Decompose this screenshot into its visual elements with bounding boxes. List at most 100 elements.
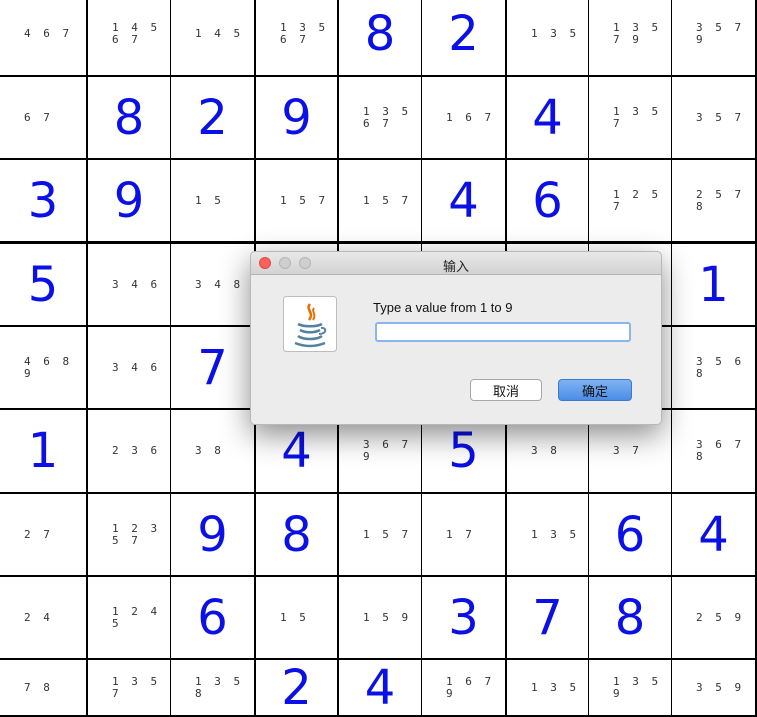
candidate-notes: 3 4 8 xyxy=(195,277,244,291)
cancel-button[interactable]: 取消 xyxy=(470,379,542,401)
given-digit: 5 xyxy=(448,423,479,479)
sudoku-cell[interactable]: 1 3 5 xyxy=(507,0,588,75)
sudoku-cell[interactable]: 3 5 7 9 xyxy=(672,0,755,75)
candidate-notes: 1 3 5 xyxy=(531,26,580,40)
sudoku-cell[interactable]: 1 3 5 8 xyxy=(171,660,254,715)
given-digit: 4 xyxy=(281,423,312,479)
candidate-notes: 2 4 xyxy=(24,610,53,624)
sudoku-cell[interactable]: 1 5 7 xyxy=(339,494,421,575)
sudoku-cell[interactable]: 3 xyxy=(0,160,86,241)
given-digit: 3 xyxy=(27,172,59,229)
sudoku-cell[interactable]: 2 5 7 8 xyxy=(672,160,755,241)
sudoku-cell[interactable]: 8 xyxy=(589,577,671,658)
sudoku-cell[interactable]: 1 2 3 5 7 xyxy=(88,494,170,575)
sudoku-cell[interactable]: 1 5 xyxy=(171,160,254,241)
given-digit: 7 xyxy=(532,589,563,646)
sudoku-cell[interactable]: 1 3 5 6 7 xyxy=(339,77,421,158)
candidate-notes: 1 5 xyxy=(280,610,309,624)
candidate-notes: 1 2 5 7 xyxy=(613,187,662,213)
sudoku-cell[interactable]: 1 3 5 xyxy=(507,660,588,715)
sudoku-cell[interactable]: 1 3 5 xyxy=(507,494,588,575)
given-digit: 4 xyxy=(698,506,729,563)
sudoku-cell[interactable]: 1 3 5 9 xyxy=(589,660,671,715)
candidate-notes: 1 5 7 xyxy=(363,527,412,541)
sudoku-cell[interactable]: 4 xyxy=(422,160,505,241)
sudoku-cell[interactable]: 5 xyxy=(0,244,86,325)
sudoku-cell[interactable]: 1 3 5 6 7 xyxy=(256,0,337,75)
sudoku-cell[interactable]: 1 6 7 xyxy=(422,77,505,158)
sudoku-cell[interactable]: 8 xyxy=(339,0,421,75)
candidate-notes: 1 5 9 xyxy=(363,610,412,624)
sudoku-cell[interactable]: 7 xyxy=(507,577,588,658)
sudoku-cell[interactable]: 1 xyxy=(672,244,755,325)
sudoku-cell[interactable]: 4 xyxy=(507,77,588,158)
sudoku-cell[interactable]: 1 5 9 xyxy=(339,577,421,658)
sudoku-cell[interactable]: 3 4 8 xyxy=(171,244,254,325)
sudoku-cell[interactable]: 6 xyxy=(171,577,254,658)
given-digit: 9 xyxy=(281,89,312,146)
sudoku-cell[interactable]: 7 8 xyxy=(0,660,86,715)
candidate-notes: 2 5 7 8 xyxy=(696,187,745,213)
candidate-notes: 1 7 xyxy=(446,527,475,541)
candidate-notes: 3 6 7 8 xyxy=(696,438,745,463)
sudoku-cell[interactable]: 1 4 5 xyxy=(171,0,254,75)
sudoku-cell[interactable]: 2 4 xyxy=(0,577,86,658)
sudoku-cell[interactable]: 1 5 7 xyxy=(339,160,421,241)
candidate-notes: 2 3 6 xyxy=(112,444,161,457)
candidate-notes: 4 6 8 9 xyxy=(24,354,73,380)
java-icon xyxy=(283,296,337,352)
candidate-notes: 1 5 xyxy=(195,193,224,207)
sudoku-cell[interactable]: 4 xyxy=(672,494,755,575)
sudoku-cell[interactable]: 3 xyxy=(422,577,505,658)
sudoku-cell[interactable]: 4 xyxy=(339,660,421,715)
sudoku-cell[interactable]: 1 2 4 5 xyxy=(88,577,170,658)
candidate-notes: 1 3 5 9 xyxy=(613,674,662,700)
input-dialog: 输入 Type a value from 1 to 9 取消 确定 xyxy=(250,251,662,425)
candidate-notes: 1 6 7 xyxy=(446,110,495,124)
sudoku-cell[interactable]: 1 3 5 7 xyxy=(589,77,671,158)
candidate-notes: 1 3 5 7 xyxy=(613,104,662,130)
sudoku-cell[interactable]: 4 6 8 9 xyxy=(0,327,86,408)
sudoku-cell[interactable]: 3 6 7 8 xyxy=(672,410,755,492)
sudoku-cell[interactable]: 9 xyxy=(256,77,337,158)
ok-button[interactable]: 确定 xyxy=(558,379,632,401)
sudoku-cell[interactable]: 2 7 xyxy=(0,494,86,575)
sudoku-cell[interactable]: 1 4 5 6 7 xyxy=(88,0,170,75)
sudoku-cell[interactable]: 1 6 7 9 xyxy=(422,660,505,715)
sudoku-cell[interactable]: 2 5 9 xyxy=(672,577,755,658)
given-digit: 1 xyxy=(698,256,729,313)
sudoku-cell[interactable]: 1 xyxy=(0,410,86,492)
sudoku-cell[interactable]: 1 3 5 7 9 xyxy=(589,0,671,75)
sudoku-cell[interactable]: 3 8 xyxy=(171,410,254,492)
candidate-notes: 1 3 5 6 7 xyxy=(280,20,329,46)
candidate-notes: 6 7 xyxy=(24,110,53,124)
sudoku-cell[interactable]: 8 xyxy=(88,77,170,158)
sudoku-cell[interactable]: 6 xyxy=(507,160,588,241)
sudoku-cell[interactable]: 9 xyxy=(88,160,170,241)
given-digit: 9 xyxy=(197,506,228,563)
sudoku-cell[interactable]: 2 xyxy=(256,660,337,715)
sudoku-cell[interactable]: 2 3 6 xyxy=(88,410,170,492)
sudoku-cell[interactable]: 8 xyxy=(256,494,337,575)
sudoku-cell[interactable]: 1 5 xyxy=(256,577,337,658)
sudoku-cell[interactable]: 1 5 7 xyxy=(256,160,337,241)
candidate-notes: 1 5 7 xyxy=(363,193,412,207)
sudoku-cell[interactable]: 2 xyxy=(171,77,254,158)
sudoku-cell[interactable]: 1 3 5 7 xyxy=(88,660,170,715)
sudoku-cell[interactable]: 3 5 9 xyxy=(672,660,755,715)
sudoku-cell[interactable]: 9 xyxy=(171,494,254,575)
sudoku-cell[interactable]: 3 4 6 xyxy=(88,244,170,325)
candidate-notes: 3 5 9 xyxy=(696,680,745,694)
sudoku-cell[interactable]: 2 xyxy=(422,0,505,75)
sudoku-cell[interactable]: 1 7 xyxy=(422,494,505,575)
sudoku-cell[interactable]: 6 7 xyxy=(0,77,86,158)
sudoku-cell[interactable]: 6 xyxy=(589,494,671,575)
sudoku-cell[interactable]: 4 6 7 xyxy=(0,0,86,75)
sudoku-cell[interactable]: 7 xyxy=(171,327,254,408)
sudoku-cell[interactable]: 3 4 6 xyxy=(88,327,170,408)
given-digit: 4 xyxy=(364,660,396,715)
sudoku-cell[interactable]: 3 5 6 8 xyxy=(672,327,755,408)
sudoku-cell[interactable]: 1 2 5 7 xyxy=(589,160,671,241)
sudoku-cell[interactable]: 3 5 7 xyxy=(672,77,755,158)
value-input[interactable] xyxy=(375,322,631,342)
